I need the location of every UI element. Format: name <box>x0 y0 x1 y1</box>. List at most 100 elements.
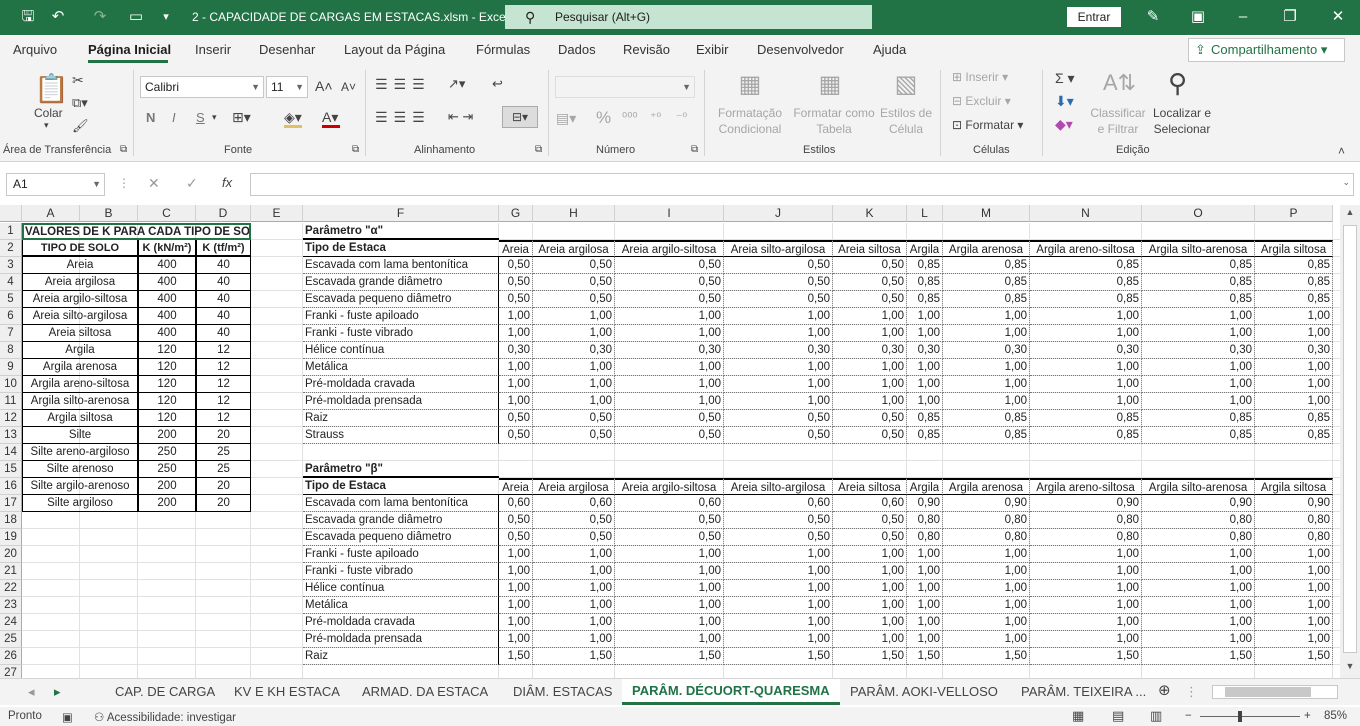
k-table-kn[interactable]: 250 <box>138 444 196 461</box>
borders-icon[interactable]: ⊞▾ <box>232 109 251 126</box>
pile-type[interactable]: Escavada com lama bentonítica <box>303 257 499 274</box>
param-value[interactable]: 1,00 <box>1142 393 1255 410</box>
k-table-title[interactable]: VALORES DE K PARA CADA TIPO DE SOLO <box>22 223 251 240</box>
param-value[interactable]: 1,00 <box>533 359 615 376</box>
pile-type[interactable]: Hélice contínua <box>303 580 499 597</box>
search-box[interactable]: ⚲ Pesquisar (Alt+G) <box>505 5 872 29</box>
param-value[interactable]: 0,30 <box>907 342 943 359</box>
conditional-formatting-label-2[interactable]: Condicional <box>712 122 788 136</box>
param-value[interactable]: 0,85 <box>1030 427 1142 444</box>
param-value[interactable]: 1,50 <box>907 648 943 665</box>
row-header[interactable]: 12 <box>0 410 22 427</box>
param-value[interactable]: 1,00 <box>943 376 1030 393</box>
row-header[interactable]: 15 <box>0 461 22 478</box>
pen-icon[interactable]: ✎ <box>1143 8 1163 26</box>
pile-type[interactable]: Raiz <box>303 648 499 665</box>
row-header[interactable]: 22 <box>0 580 22 597</box>
param-value[interactable]: 1,00 <box>1030 308 1142 325</box>
param-value[interactable]: 1,00 <box>724 597 833 614</box>
param-value[interactable]: 1,00 <box>1030 393 1142 410</box>
macro-record-icon[interactable]: ▣ <box>62 710 73 724</box>
accessibility-status[interactable]: ⚇ Acessibilidade: investigar <box>94 710 236 724</box>
k-table-kn[interactable]: 120 <box>138 393 196 410</box>
param-value[interactable]: 1,00 <box>833 563 907 580</box>
param-value[interactable]: 1,00 <box>943 597 1030 614</box>
param-value[interactable]: 1,00 <box>533 308 615 325</box>
param-value[interactable]: 1,00 <box>1030 325 1142 342</box>
insert-cells-button[interactable]: ⊞ Inserir ▾ <box>952 70 1008 84</box>
soil-header[interactable]: Argila silto-arenosa <box>1142 478 1255 495</box>
param-value[interactable]: 0,30 <box>1030 342 1142 359</box>
signin-button[interactable]: Entrar <box>1067 7 1121 27</box>
param-value[interactable]: 1,50 <box>943 648 1030 665</box>
param-value[interactable]: 1,00 <box>533 376 615 393</box>
paste-icon[interactable]: 📋 <box>34 72 69 105</box>
param-value[interactable]: 1,00 <box>1255 393 1333 410</box>
param-value[interactable]: 0,85 <box>1030 410 1142 427</box>
pile-type[interactable]: Raiz <box>303 410 499 427</box>
k-table-soil[interactable]: Argila siltosa <box>22 410 138 427</box>
italic-button[interactable]: I <box>172 110 176 125</box>
format-as-table-icon[interactable]: ▦ <box>800 70 860 99</box>
param-value[interactable]: 0,80 <box>1030 512 1142 529</box>
param-value[interactable]: 1,50 <box>499 648 533 665</box>
param-value[interactable]: 0,85 <box>907 291 943 308</box>
vertical-align-icons[interactable]: ☰☰☰ <box>375 76 431 93</box>
pile-type[interactable]: Escavada com lama bentonítica <box>303 495 499 512</box>
soil-header[interactable]: Argila silto-arenosa <box>1142 240 1255 257</box>
row-header[interactable]: 23 <box>0 597 22 614</box>
param-value[interactable]: 1,00 <box>1255 546 1333 563</box>
restore-icon[interactable]: ❐ <box>1280 8 1300 26</box>
soil-header[interactable]: Argila areno-siltosa <box>1030 240 1142 257</box>
format-as-table-label-2[interactable]: Tabela <box>792 122 876 136</box>
row-header[interactable]: 11 <box>0 393 22 410</box>
param-value[interactable]: 1,00 <box>907 631 943 648</box>
k-table-soil[interactable]: Argila arenosa <box>22 359 138 376</box>
zoom-level[interactable]: 85% <box>1324 710 1347 722</box>
zoom-slider-thumb[interactable] <box>1238 711 1242 722</box>
row-header[interactable]: 18 <box>0 512 22 529</box>
param-value[interactable]: 1,00 <box>907 614 943 631</box>
soil-header[interactable]: Argila <box>907 240 943 257</box>
param-value[interactable]: 1,00 <box>724 325 833 342</box>
scroll-down-icon[interactable]: ▼ <box>1342 661 1358 675</box>
pile-type[interactable]: Pré-moldada cravada <box>303 614 499 631</box>
pile-type[interactable]: Pré-moldada cravada <box>303 376 499 393</box>
param-value[interactable]: 0,80 <box>907 529 943 546</box>
param-value[interactable]: 1,00 <box>1142 631 1255 648</box>
param-value[interactable]: 1,00 <box>499 614 533 631</box>
param-value[interactable]: 0,80 <box>943 512 1030 529</box>
k-table-tf[interactable]: 25 <box>196 444 251 461</box>
param-value[interactable]: 0,85 <box>1030 257 1142 274</box>
insert-function-icon[interactable]: fx <box>222 175 232 190</box>
param-value[interactable]: 1,00 <box>1142 563 1255 580</box>
number-launcher-icon[interactable]: ⧉ <box>691 144 698 155</box>
clipboard-launcher-icon[interactable]: ⧉ <box>120 144 127 155</box>
param-value[interactable]: 1,00 <box>833 393 907 410</box>
cancel-icon[interactable]: ✕ <box>148 175 160 192</box>
param-value[interactable]: 0,50 <box>724 512 833 529</box>
k-table-soil[interactable]: Areia <box>22 257 138 274</box>
worksheet-grid[interactable]: A B C D E F G H I J K L M N O P 1 2 3 4 5 6 7 8 9 10 11 12 13 14 15 16 1… <box>0 205 1340 678</box>
param-value[interactable]: 1,50 <box>533 648 615 665</box>
param-value[interactable]: 0,60 <box>533 495 615 512</box>
param-value[interactable]: 1,00 <box>907 308 943 325</box>
param-value[interactable]: 0,50 <box>615 291 724 308</box>
share-button[interactable]: ⇪ Compartilhamento ▾ <box>1188 38 1345 62</box>
param-value[interactable]: 0,50 <box>724 529 833 546</box>
param-value[interactable]: 0,30 <box>1255 342 1333 359</box>
param-value[interactable]: 1,00 <box>833 631 907 648</box>
pile-type[interactable]: Escavada pequeno diâmetro <box>303 529 499 546</box>
param-value[interactable]: 1,00 <box>499 308 533 325</box>
copy-icon[interactable]: ⧉▾ <box>72 95 88 111</box>
param-value[interactable]: 0,30 <box>533 342 615 359</box>
tab-layout[interactable]: Layout da Página <box>344 42 445 57</box>
conditional-formatting-label-1[interactable]: Formatação <box>712 106 788 120</box>
param-value[interactable]: 1,00 <box>1142 325 1255 342</box>
param-value[interactable]: 0,85 <box>907 427 943 444</box>
paste-dropdown-icon[interactable]: ▾ <box>44 120 49 131</box>
delete-cells-button[interactable]: ⊟ Excluir ▾ <box>952 94 1011 108</box>
pile-type[interactable]: Franki - fuste apiloado <box>303 546 499 563</box>
param-value[interactable]: 0,50 <box>499 529 533 546</box>
param-value[interactable]: 0,50 <box>499 512 533 529</box>
